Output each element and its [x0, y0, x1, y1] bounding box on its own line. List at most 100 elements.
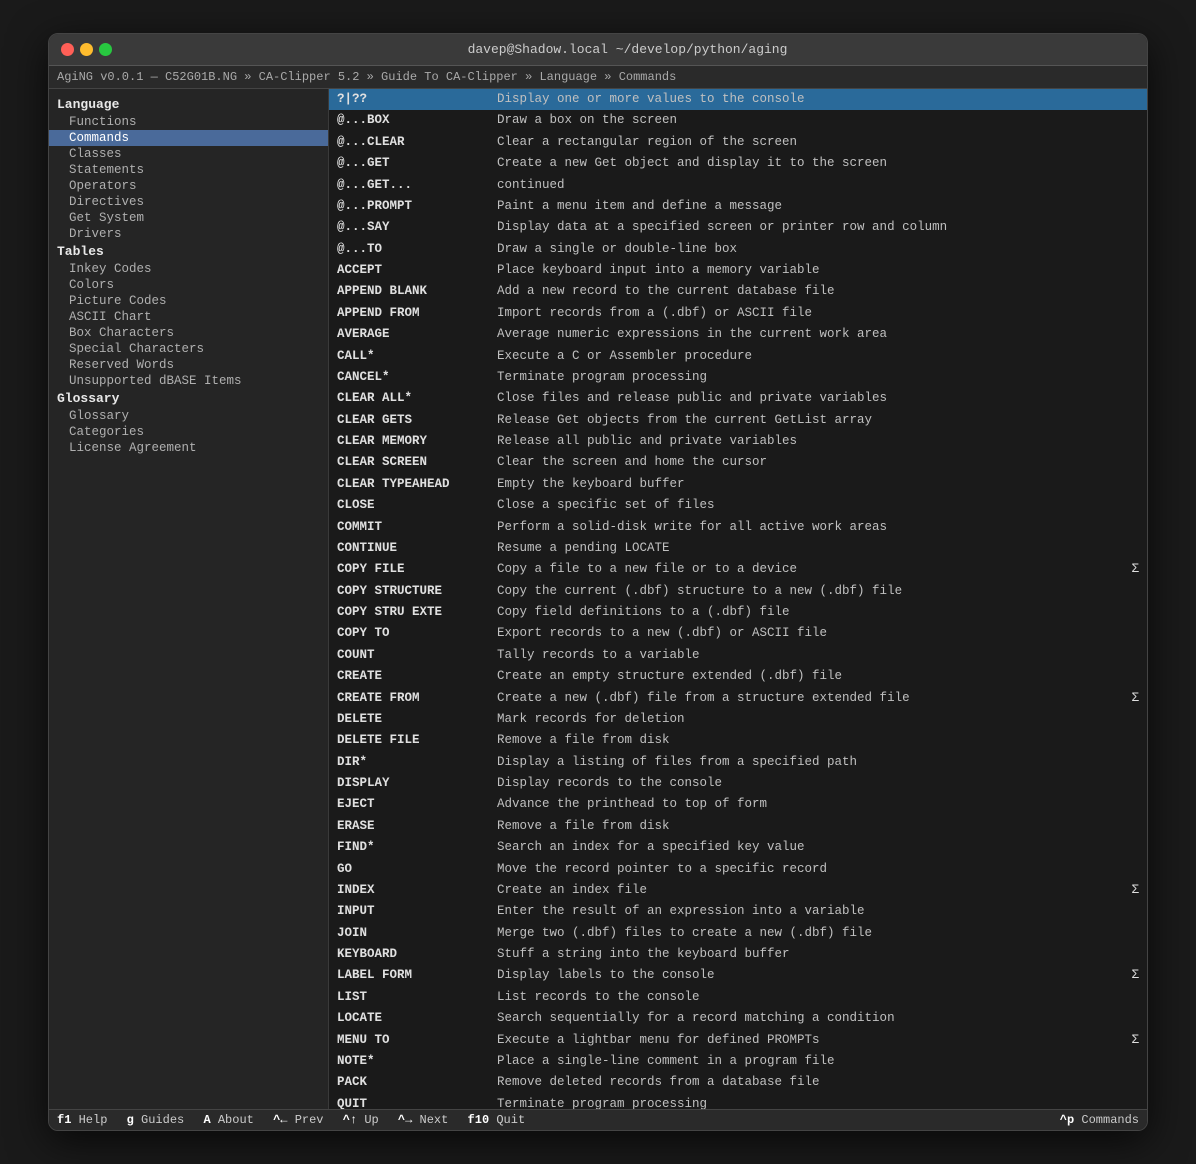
table-row[interactable]: CLEAR GETSRelease Get objects from the c…	[329, 410, 1147, 431]
minimize-button[interactable]	[80, 43, 93, 56]
table-row[interactable]: GOMove the record pointer to a specific …	[329, 859, 1147, 880]
table-row[interactable]: DELETEMark records for deletion	[329, 709, 1147, 730]
a-hint: A About	[203, 1113, 261, 1127]
right-key[interactable]: ^p	[1060, 1113, 1074, 1127]
main-content: Language Functions Commands Classes Stat…	[49, 89, 1147, 1109]
table-row[interactable]: CLEAR MEMORYRelease all public and priva…	[329, 431, 1147, 452]
sidebar-item-reserved-words[interactable]: Reserved Words	[49, 357, 328, 373]
table-row[interactable]: COPY STRUCTURECopy the current (.dbf) st…	[329, 581, 1147, 602]
command-desc: Execute a C or Assembler procedure	[497, 347, 1139, 366]
table-row[interactable]: DISPLAYDisplay records to the console	[329, 773, 1147, 794]
sidebar-item-commands[interactable]: Commands	[49, 130, 328, 146]
f1-key[interactable]: f1	[57, 1113, 71, 1127]
command-name: NOTE*	[337, 1052, 497, 1071]
table-row[interactable]: DIR*Display a listing of files from a sp…	[329, 752, 1147, 773]
command-desc: Remove deleted records from a database f…	[497, 1073, 1139, 1092]
table-row[interactable]: LOCATESearch sequentially for a record m…	[329, 1008, 1147, 1029]
table-row[interactable]: @...CLEARClear a rectangular region of t…	[329, 132, 1147, 153]
table-row[interactable]: ACCEPTPlace keyboard input into a memory…	[329, 260, 1147, 281]
table-row[interactable]: CONTINUEResume a pending LOCATE	[329, 538, 1147, 559]
table-row[interactable]: LABEL FORMDisplay labels to the consoleΣ	[329, 965, 1147, 986]
table-row[interactable]: @...SAYDisplay data at a specified scree…	[329, 217, 1147, 238]
command-name: COPY STRU EXTE	[337, 603, 497, 622]
command-name: ACCEPT	[337, 261, 497, 280]
status-left: f1 Help g Guides A About ^← Prev ^↑ Up ^…	[57, 1113, 537, 1127]
table-row[interactable]: CANCEL*Terminate program processing	[329, 367, 1147, 388]
command-desc: Place keyboard input into a memory varia…	[497, 261, 1139, 280]
sidebar-item-glossary[interactable]: Glossary	[49, 408, 328, 424]
sidebar-item-functions[interactable]: Functions	[49, 114, 328, 130]
sidebar-item-get-system[interactable]: Get System	[49, 210, 328, 226]
next-key[interactable]: ^→	[398, 1113, 412, 1127]
command-desc: Search an index for a specified key valu…	[497, 838, 1139, 857]
up-key[interactable]: ^↑	[343, 1113, 357, 1127]
table-row[interactable]: INPUTEnter the result of an expression i…	[329, 901, 1147, 922]
table-row[interactable]: QUITTerminate program processing	[329, 1094, 1147, 1109]
table-row[interactable]: FIND*Search an index for a specified key…	[329, 837, 1147, 858]
command-name: JOIN	[337, 924, 497, 943]
table-row[interactable]: ?|??Display one or more values to the co…	[329, 89, 1147, 110]
table-row[interactable]: AVERAGEAverage numeric expressions in th…	[329, 324, 1147, 345]
table-row[interactable]: COMMITPerform a solid-disk write for all…	[329, 517, 1147, 538]
table-row[interactable]: CLEAR TYPEAHEADEmpty the keyboard buffer	[329, 474, 1147, 495]
table-row[interactable]: PACKRemove deleted records from a databa…	[329, 1072, 1147, 1093]
table-row[interactable]: CLEAR ALL*Close files and release public…	[329, 388, 1147, 409]
sigma-icon: Σ	[1119, 560, 1139, 579]
table-row[interactable]: APPEND FROMImport records from a (.dbf) …	[329, 303, 1147, 324]
table-row[interactable]: @...GETCreate a new Get object and displ…	[329, 153, 1147, 174]
command-desc: Clear the screen and home the cursor	[497, 453, 1139, 472]
table-row[interactable]: CREATECreate an empty structure extended…	[329, 666, 1147, 687]
table-row[interactable]: JOINMerge two (.dbf) files to create a n…	[329, 923, 1147, 944]
table-row[interactable]: EJECTAdvance the printhead to top of for…	[329, 794, 1147, 815]
table-row[interactable]: DELETE FILERemove a file from disk	[329, 730, 1147, 751]
table-row[interactable]: MENU TOExecute a lightbar menu for defin…	[329, 1030, 1147, 1051]
command-desc: Average numeric expressions in the curre…	[497, 325, 1139, 344]
table-row[interactable]: COUNTTally records to a variable	[329, 645, 1147, 666]
command-name: @...GET	[337, 154, 497, 173]
sidebar-item-classes[interactable]: Classes	[49, 146, 328, 162]
table-row[interactable]: @...PROMPTPaint a menu item and define a…	[329, 196, 1147, 217]
table-row[interactable]: NOTE*Place a single-line comment in a pr…	[329, 1051, 1147, 1072]
sidebar-item-special-characters[interactable]: Special Characters	[49, 341, 328, 357]
table-row[interactable]: COPY FILECopy a file to a new file or to…	[329, 559, 1147, 580]
table-row[interactable]: CLEAR SCREENClear the screen and home th…	[329, 452, 1147, 473]
close-button[interactable]	[61, 43, 74, 56]
right-text: Commands	[1081, 1113, 1139, 1127]
command-desc: Terminate program processing	[497, 1095, 1139, 1109]
table-row[interactable]: INDEXCreate an index fileΣ	[329, 880, 1147, 901]
table-row[interactable]: @...GET...continued	[329, 175, 1147, 196]
command-desc: Clear a rectangular region of the screen	[497, 133, 1139, 152]
table-row[interactable]: ERASERemove a file from disk	[329, 816, 1147, 837]
table-row[interactable]: COPY TOExport records to a new (.dbf) or…	[329, 623, 1147, 644]
sidebar-item-box-characters[interactable]: Box Characters	[49, 325, 328, 341]
command-name: MENU TO	[337, 1031, 497, 1050]
g-key[interactable]: g	[127, 1113, 134, 1127]
sidebar-item-ascii-chart[interactable]: ASCII Chart	[49, 309, 328, 325]
sidebar-item-drivers[interactable]: Drivers	[49, 226, 328, 242]
table-row[interactable]: APPEND BLANKAdd a new record to the curr…	[329, 281, 1147, 302]
a-key[interactable]: A	[203, 1113, 210, 1127]
table-row[interactable]: CREATE FROMCreate a new (.dbf) file from…	[329, 688, 1147, 709]
table-row[interactable]: COPY STRU EXTECopy field definitions to …	[329, 602, 1147, 623]
prev-key[interactable]: ^←	[273, 1113, 287, 1127]
content-area[interactable]: ?|??Display one or more values to the co…	[329, 89, 1147, 1109]
sidebar-item-picture-codes[interactable]: Picture Codes	[49, 293, 328, 309]
command-desc: Display one or more values to the consol…	[497, 90, 1139, 109]
sidebar-item-categories[interactable]: Categories	[49, 424, 328, 440]
sidebar-item-colors[interactable]: Colors	[49, 277, 328, 293]
sidebar-item-directives[interactable]: Directives	[49, 194, 328, 210]
sidebar-item-inkey-codes[interactable]: Inkey Codes	[49, 261, 328, 277]
table-row[interactable]: @...TODraw a single or double-line box	[329, 239, 1147, 260]
table-row[interactable]: LISTList records to the console	[329, 987, 1147, 1008]
table-row[interactable]: @...BOXDraw a box on the screen	[329, 110, 1147, 131]
sidebar-item-statements[interactable]: Statements	[49, 162, 328, 178]
sidebar-item-operators[interactable]: Operators	[49, 178, 328, 194]
f10-key[interactable]: f10	[468, 1113, 490, 1127]
table-row[interactable]: KEYBOARDStuff a string into the keyboard…	[329, 944, 1147, 965]
maximize-button[interactable]	[99, 43, 112, 56]
table-row[interactable]: CLOSEClose a specific set of files	[329, 495, 1147, 516]
sidebar-item-license-agreement[interactable]: License Agreement	[49, 440, 328, 456]
sigma-icon: Σ	[1119, 689, 1139, 708]
sidebar-item-unsupported-dbase[interactable]: Unsupported dBASE Items	[49, 373, 328, 389]
table-row[interactable]: CALL*Execute a C or Assembler procedure	[329, 346, 1147, 367]
